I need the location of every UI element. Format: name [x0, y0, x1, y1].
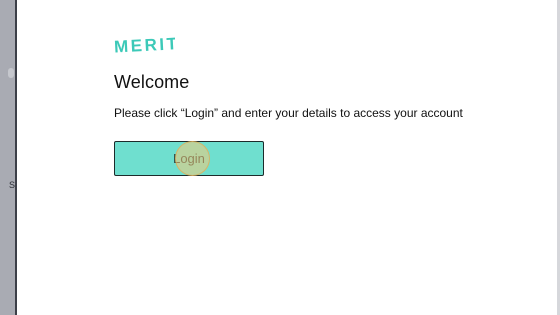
login-dialog: MERIT Welcome Please click “Login” and e…: [17, 0, 557, 315]
background-control: [8, 68, 14, 78]
screen: S MERIT Welcome Please click “Login” and…: [0, 0, 560, 315]
login-button[interactable]: Login: [114, 141, 264, 176]
page-title: Welcome: [114, 72, 190, 92]
merit-logo: MERIT: [113, 34, 175, 54]
svg-text:MERIT: MERIT: [114, 34, 175, 54]
background-page: S: [0, 0, 17, 315]
login-instructions: Please click “Login” and enter your deta…: [114, 106, 463, 120]
